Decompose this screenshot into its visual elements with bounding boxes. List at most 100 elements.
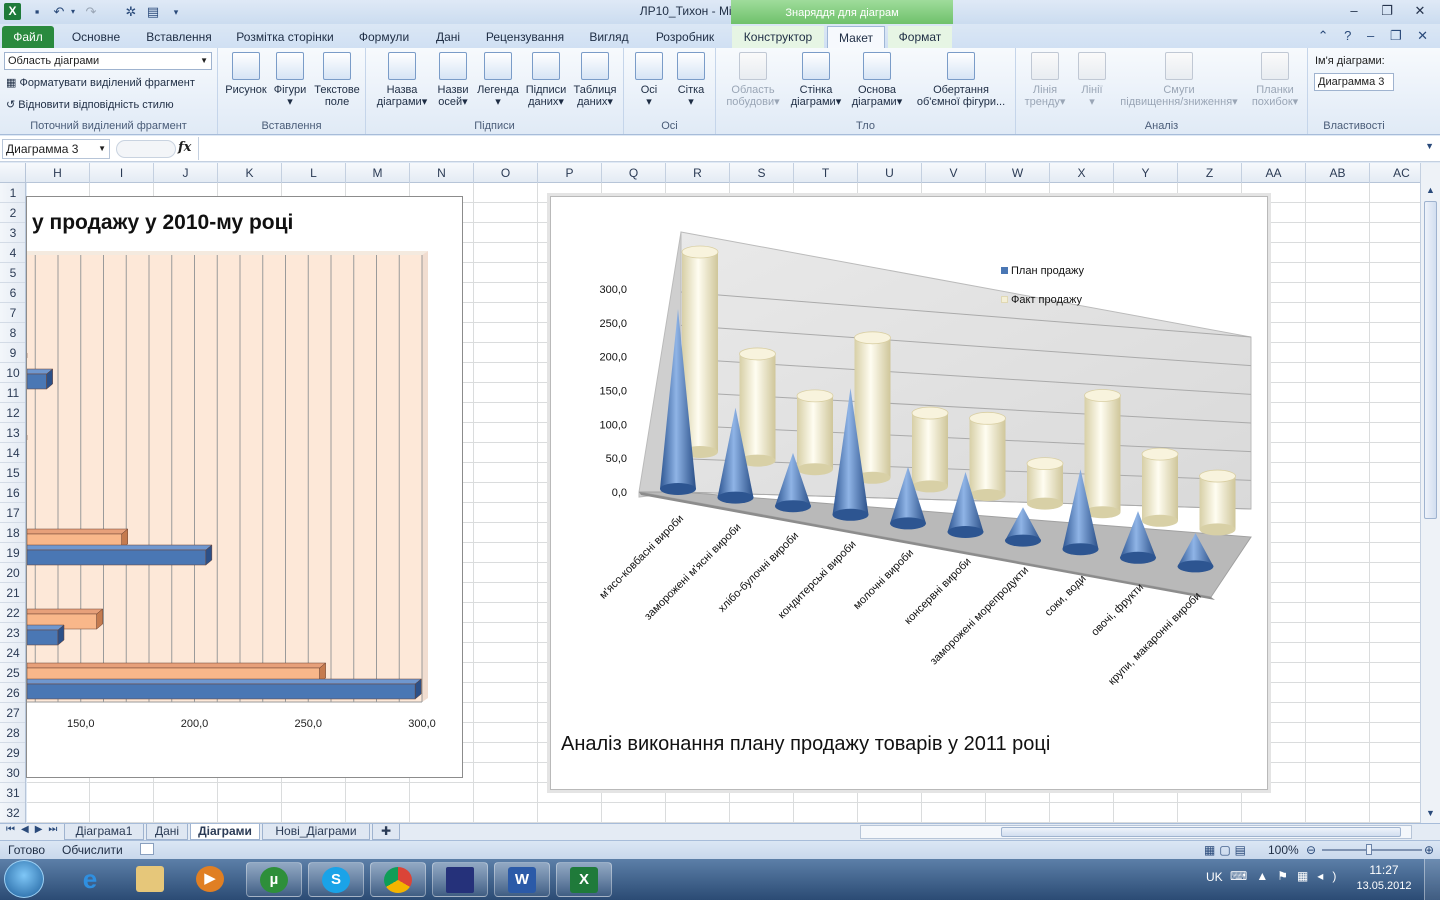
horizontal-scroll-thumb[interactable] bbox=[1001, 827, 1401, 837]
column-header-M[interactable]: M bbox=[346, 163, 410, 183]
row-header-1[interactable]: 1 bbox=[0, 183, 25, 203]
row-header-9[interactable]: 9 bbox=[0, 343, 25, 363]
row-header-28[interactable]: 28 bbox=[0, 723, 25, 743]
3d-rotation-button[interactable]: Обертання об'ємної фігури... bbox=[910, 52, 1012, 108]
row-header-23[interactable]: 23 bbox=[0, 623, 25, 643]
error-bars-button[interactable]: Планки похибок▾ bbox=[1250, 52, 1300, 108]
taskbar-ie[interactable]: e bbox=[62, 862, 118, 897]
quick-access-settings-icon[interactable]: ✲ bbox=[122, 3, 140, 21]
chart-title-button[interactable]: Назва діаграми▾ bbox=[372, 52, 432, 108]
language-indicator[interactable]: UK bbox=[1206, 870, 1223, 884]
data-table-button[interactable]: Таблиця даних▾ bbox=[570, 52, 620, 108]
legend-item-plan[interactable]: План продажу bbox=[1001, 265, 1084, 277]
chart-elements-dropdown[interactable]: Область діаграми ▼ bbox=[4, 52, 212, 70]
tab-developer[interactable]: Розробник bbox=[646, 26, 724, 48]
column-header-W[interactable]: W bbox=[986, 163, 1050, 183]
format-selection-button[interactable]: ▦ Форматувати виділений фрагмент bbox=[6, 76, 195, 89]
reset-to-match-style-button[interactable]: ↺ Відновити відповідність стилю bbox=[6, 98, 174, 111]
row-header-32[interactable]: 32 bbox=[0, 803, 25, 823]
select-all-corner[interactable] bbox=[0, 163, 26, 183]
column-header-Y[interactable]: Y bbox=[1114, 163, 1178, 183]
tab-formulas[interactable]: Формули bbox=[350, 26, 418, 48]
row-header-21[interactable]: 21 bbox=[0, 583, 25, 603]
column-header-T[interactable]: T bbox=[794, 163, 858, 183]
zoom-out-icon[interactable]: ⊖ bbox=[1306, 843, 1316, 857]
data-labels-button[interactable]: Підписи даних▾ bbox=[522, 52, 570, 108]
row-header-29[interactable]: 29 bbox=[0, 743, 25, 763]
taskbar-media-player[interactable]: ▶ bbox=[182, 862, 238, 897]
tab-review[interactable]: Рецензування bbox=[478, 26, 572, 48]
save-icon[interactable]: ▪ bbox=[28, 3, 46, 21]
sheet-tab-novi-diagramy[interactable]: Нові_Діаграми bbox=[262, 824, 370, 840]
column-header-N[interactable]: N bbox=[410, 163, 474, 183]
row-header-8[interactable]: 8 bbox=[0, 323, 25, 343]
form-icon[interactable]: ▤ bbox=[144, 3, 162, 21]
tab-layout[interactable]: Макет bbox=[827, 26, 885, 48]
taskbar-word[interactable]: W bbox=[494, 862, 550, 897]
chart-name-input[interactable]: Диаграмма 3 bbox=[1314, 73, 1394, 91]
legend-button[interactable]: Легенда ▾ bbox=[474, 52, 522, 108]
row-header-22[interactable]: 22 bbox=[0, 603, 25, 623]
tab-view[interactable]: Вигляд bbox=[580, 26, 638, 48]
vertical-scroll-thumb[interactable] bbox=[1424, 201, 1437, 519]
row-header-3[interactable]: 3 bbox=[0, 223, 25, 243]
taskbar-skype[interactable]: S bbox=[308, 862, 364, 897]
vertical-scrollbar[interactable]: ▲ ▼ bbox=[1420, 163, 1440, 823]
view-buttons[interactable]: ▦▢▤ bbox=[1204, 843, 1250, 857]
column-header-Z[interactable]: Z bbox=[1178, 163, 1242, 183]
row-header-26[interactable]: 26 bbox=[0, 683, 25, 703]
expand-formula-bar-icon[interactable]: ▼ bbox=[1425, 141, 1434, 151]
taskbar-utorrent[interactable]: µ bbox=[246, 862, 302, 897]
tab-data[interactable]: Дані bbox=[426, 26, 470, 48]
sheet-nav-arrows-icon[interactable]: ⏮◀▶⏭ bbox=[6, 824, 63, 835]
clock-time[interactable]: 11:27 bbox=[1354, 863, 1414, 877]
axis-titles-button[interactable]: Назви осей▾ bbox=[432, 52, 474, 108]
zoom-slider-thumb[interactable] bbox=[1366, 844, 1372, 855]
sheet-tab-diagram1[interactable]: Діаграма1 bbox=[64, 824, 144, 840]
taskbar-explorer[interactable] bbox=[122, 862, 178, 897]
tab-design[interactable]: Конструктор bbox=[732, 26, 824, 48]
insert-function-icon[interactable]: fx bbox=[178, 140, 194, 155]
column-header-R[interactable]: R bbox=[666, 163, 730, 183]
row-header-13[interactable]: 13 bbox=[0, 423, 25, 443]
show-desktop-button[interactable] bbox=[1424, 859, 1440, 900]
row-header-10[interactable]: 10 bbox=[0, 363, 25, 383]
excel-app-icon[interactable]: X bbox=[4, 3, 21, 20]
taskbar-chrome[interactable] bbox=[370, 862, 426, 897]
row-header-15[interactable]: 15 bbox=[0, 463, 25, 483]
row-header-19[interactable]: 19 bbox=[0, 543, 25, 563]
row-header-11[interactable]: 11 bbox=[0, 383, 25, 403]
column-header-Q[interactable]: Q bbox=[602, 163, 666, 183]
row-header-31[interactable]: 31 bbox=[0, 783, 25, 803]
row-header-30[interactable]: 30 bbox=[0, 763, 25, 783]
column-header-U[interactable]: U bbox=[858, 163, 922, 183]
gridlines-button[interactable]: Сітка ▾ bbox=[670, 52, 712, 108]
row-header-20[interactable]: 20 bbox=[0, 563, 25, 583]
row-header-18[interactable]: 18 bbox=[0, 523, 25, 543]
row-header-7[interactable]: 7 bbox=[0, 303, 25, 323]
column-header-S[interactable]: S bbox=[730, 163, 794, 183]
shapes-button[interactable]: Фігури ▾ bbox=[268, 52, 312, 108]
column-header-I[interactable]: I bbox=[90, 163, 154, 183]
tray-icons[interactable]: ⌨▲⚑▦◂) bbox=[1230, 869, 1345, 883]
undo-icon[interactable]: ↶ bbox=[50, 3, 68, 21]
macro-record-icon[interactable] bbox=[140, 843, 154, 855]
zoom-in-icon[interactable]: ⊕ bbox=[1424, 843, 1434, 857]
undo-dropdown-icon[interactable]: ▾ bbox=[68, 3, 78, 21]
column-header-L[interactable]: L bbox=[282, 163, 346, 183]
plot-area-button[interactable]: Область побудови▾ bbox=[720, 52, 786, 108]
scroll-down-icon[interactable]: ▼ bbox=[1424, 808, 1437, 818]
row-header-2[interactable]: 2 bbox=[0, 203, 25, 223]
row-header-25[interactable]: 25 bbox=[0, 663, 25, 683]
column-header-AA[interactable]: AA bbox=[1242, 163, 1306, 183]
row-header-4[interactable]: 4 bbox=[0, 243, 25, 263]
taskbar-excel[interactable]: X bbox=[556, 862, 612, 897]
chart-2011-title[interactable]: Аналіз виконання плану продажу товарів у… bbox=[561, 733, 1050, 756]
insert-sheet-icon[interactable]: ✚ bbox=[372, 824, 400, 840]
tab-page-layout[interactable]: Розмітка сторінки bbox=[228, 26, 342, 48]
column-header-X[interactable]: X bbox=[1050, 163, 1114, 183]
row-header-24[interactable]: 24 bbox=[0, 643, 25, 663]
column-header-J[interactable]: J bbox=[154, 163, 218, 183]
minimize-icon[interactable]: – bbox=[1340, 2, 1368, 20]
sheet-tab-dani[interactable]: Дані bbox=[146, 824, 188, 840]
